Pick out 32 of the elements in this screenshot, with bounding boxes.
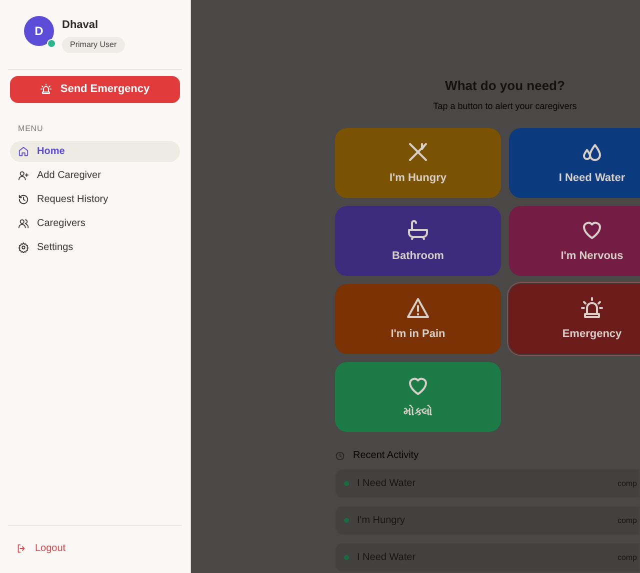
bath-icon xyxy=(406,218,430,242)
request-button[interactable]: Bathroom xyxy=(335,206,501,276)
logout-link[interactable]: Logout xyxy=(16,541,66,556)
request-button[interactable]: Emergency xyxy=(509,284,640,354)
menu-item[interactable]: Add Caregiver xyxy=(10,164,180,186)
users-icon xyxy=(18,218,29,228)
user-plus-icon xyxy=(18,170,29,180)
settings-icon xyxy=(18,242,29,252)
menu-item[interactable]: Caregivers xyxy=(10,212,180,234)
clock-icon xyxy=(335,450,345,460)
request-button[interactable]: I Need Water xyxy=(509,128,640,198)
request-button[interactable]: I'm Hungry xyxy=(335,128,501,198)
page-subtitle: Tap a button to alert your caregivers xyxy=(432,100,578,113)
recent-activity-heading: Recent Activity xyxy=(353,449,419,463)
history-icon xyxy=(18,194,29,204)
user-name: Dhaval xyxy=(62,18,98,33)
menu-item[interactable]: Request History xyxy=(10,188,180,210)
send-emergency-button[interactable]: Send Emergency xyxy=(10,76,180,102)
home-icon xyxy=(18,146,29,156)
user-avatar: D xyxy=(24,16,54,46)
siren-icon xyxy=(580,296,604,320)
siren-icon xyxy=(40,83,52,95)
user-role-badge: Primary User xyxy=(62,36,125,52)
warning-icon xyxy=(406,296,430,320)
page-title: What do you need? xyxy=(444,77,566,95)
menu-item[interactable]: Settings xyxy=(10,236,180,258)
request-button[interactable]: I'm Nervous xyxy=(509,206,640,276)
logout-icon xyxy=(16,543,27,554)
menu-heading: MENU xyxy=(17,122,44,134)
request-button[interactable]: મોક્લો xyxy=(335,362,501,432)
request-button[interactable]: I'm in Pain xyxy=(335,284,501,354)
menu-item[interactable]: Home xyxy=(10,140,180,162)
